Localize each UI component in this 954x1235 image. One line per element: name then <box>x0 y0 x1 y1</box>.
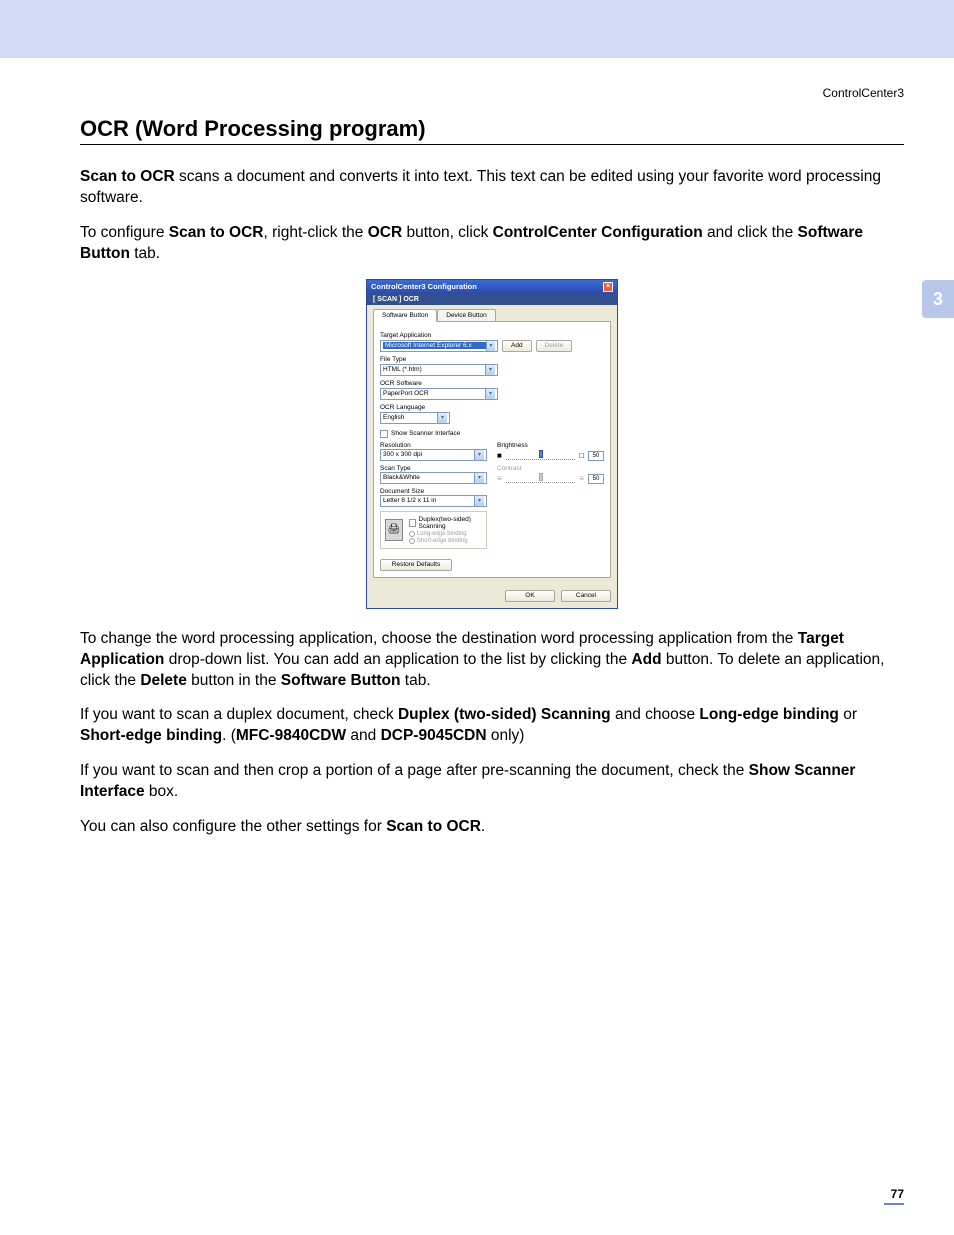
chevron-down-icon: ▾ <box>486 341 495 351</box>
brightness-value: 50 <box>588 451 604 461</box>
checkbox-icon[interactable] <box>409 519 416 527</box>
chevron-down-icon: ▾ <box>474 496 484 506</box>
p1-b1: Scan to OCR <box>80 168 175 185</box>
chevron-down-icon: ▾ <box>485 389 495 399</box>
duplex-group: 🖨 Duplex(two-sided) Scanning Long-edge b… <box>380 511 487 549</box>
page-content: OCR (Word Processing program) Scan to OC… <box>0 116 954 838</box>
label-resolution: Resolution <box>380 442 487 449</box>
combo-scan-type[interactable]: Black&White ▾ <box>380 472 487 484</box>
add-button[interactable]: Add <box>502 340 532 352</box>
dialog-subhead: [ SCAN ] OCR <box>367 294 617 305</box>
tab-software-button[interactable]: Software Button <box>373 309 437 322</box>
page-title: OCR (Word Processing program) <box>80 116 904 142</box>
label-target-app: Target Application <box>380 332 604 339</box>
light-icon: □ <box>579 451 584 460</box>
top-band <box>0 0 954 58</box>
checkbox-show-scanner[interactable]: Show Scanner Interface <box>380 430 604 438</box>
paragraph-2: To configure Scan to OCR, right-click th… <box>80 223 904 265</box>
label-file-type: File Type <box>380 356 604 363</box>
delete-button[interactable]: Delete <box>536 340 573 352</box>
ok-button[interactable]: OK <box>505 590 555 602</box>
chevron-down-icon: ▾ <box>474 473 484 483</box>
restore-defaults-button[interactable]: Restore Defaults <box>380 559 452 571</box>
paragraph-6: You can also configure the other setting… <box>80 817 904 838</box>
p1-t1: scans a document and converts it into te… <box>80 168 881 206</box>
chevron-down-icon: ▾ <box>485 365 495 375</box>
combo-file-type[interactable]: HTML (*.htm) ▾ <box>380 364 498 376</box>
paragraph-4: If you want to scan a duplex document, c… <box>80 705 904 747</box>
label-contrast: Contrast <box>497 465 604 472</box>
label-ocr-language: OCR Language <box>380 404 604 411</box>
dialog-figure: ControlCenter3 Configuration × [ SCAN ] … <box>80 279 904 609</box>
checkbox-icon <box>380 430 388 438</box>
dialog-tabs: Software Button Device Button <box>367 305 617 321</box>
high-contrast-icon: ≡ <box>579 474 584 483</box>
scanner-icon: 🖨 <box>385 519 403 541</box>
close-icon[interactable]: × <box>603 282 613 292</box>
low-contrast-icon: ≡ <box>497 474 502 483</box>
slider-brightness[interactable]: ■ □ 50 <box>497 451 604 461</box>
radio-short-edge[interactable]: Short-edge binding <box>409 538 482 544</box>
cancel-button[interactable]: Cancel <box>561 590 611 602</box>
config-dialog: ControlCenter3 Configuration × [ SCAN ] … <box>366 279 618 609</box>
chapter-tab: 3 <box>922 280 954 318</box>
paragraph-1: Scan to OCR scans a document and convert… <box>80 167 904 209</box>
dark-icon: ■ <box>497 451 502 460</box>
combo-resolution[interactable]: 300 x 300 dpi ▾ <box>380 449 487 461</box>
dialog-title: ControlCenter3 Configuration <box>371 282 477 291</box>
paragraph-5: If you want to scan and then crop a port… <box>80 761 904 803</box>
header-label: ControlCenter3 <box>823 86 904 100</box>
label-doc-size: Document Size <box>380 488 487 495</box>
dialog-titlebar: ControlCenter3 Configuration × <box>367 280 617 294</box>
combo-doc-size[interactable]: Letter 8 1/2 x 11 in ▾ <box>380 495 487 507</box>
contrast-value: 50 <box>588 474 604 484</box>
combo-ocr-software[interactable]: PaperPort OCR ▾ <box>380 388 498 400</box>
page-number-rule <box>884 1203 904 1205</box>
paragraph-3: To change the word processing applicatio… <box>80 629 904 692</box>
title-rule <box>80 144 904 145</box>
tab-device-button[interactable]: Device Button <box>437 309 495 321</box>
dialog-panel: Target Application Microsoft Internet Ex… <box>373 321 611 578</box>
label-scan-type: Scan Type <box>380 465 487 472</box>
dialog-footer: OK Cancel <box>367 584 617 608</box>
combo-ocr-language[interactable]: English ▾ <box>380 412 450 424</box>
combo-target-app[interactable]: Microsoft Internet Explorer 6.x ▾ <box>380 340 498 352</box>
chevron-down-icon: ▾ <box>474 450 484 460</box>
radio-long-edge[interactable]: Long-edge binding <box>409 531 482 537</box>
chevron-down-icon: ▾ <box>437 413 447 423</box>
label-ocr-software: OCR Software <box>380 380 604 387</box>
slider-contrast[interactable]: ≡ ≡ 50 <box>497 474 604 484</box>
page-number: 77 <box>891 1187 904 1201</box>
label-brightness: Brightness <box>497 442 604 449</box>
